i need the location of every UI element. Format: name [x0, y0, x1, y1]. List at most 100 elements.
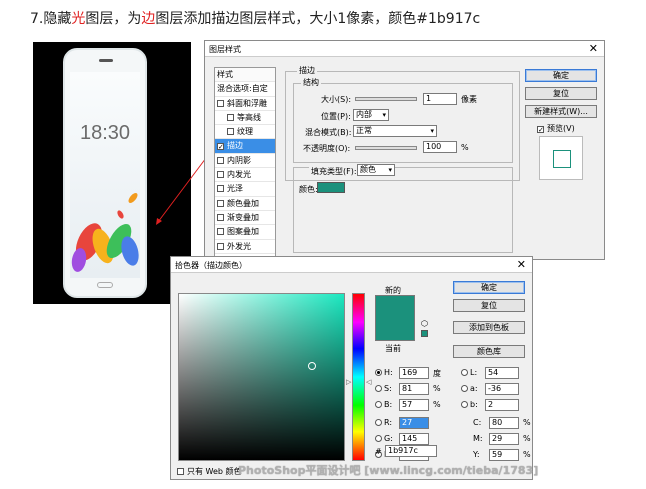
hsb-unit: % — [433, 384, 441, 393]
chevron-down-icon: ▾ — [430, 127, 434, 135]
size-slider[interactable] — [355, 97, 417, 101]
cmyk-label[interactable]: M: — [471, 434, 483, 443]
checkbox-icon[interactable] — [217, 143, 224, 151]
style-item[interactable]: 等高线 — [215, 111, 275, 126]
reset-button[interactable]: 复位 — [453, 299, 525, 312]
arrow-head — [156, 218, 162, 225]
opacity-slider[interactable] — [355, 146, 417, 150]
reset-button[interactable]: 复位 — [525, 87, 597, 100]
style-item[interactable]: 光泽 — [215, 182, 275, 197]
style-item[interactable]: 混合选项:自定 — [215, 82, 275, 97]
checkbox-icon[interactable] — [217, 242, 224, 250]
fill-group — [293, 167, 513, 253]
style-item[interactable]: 纹理 — [215, 125, 275, 140]
cmyk-unit: % — [523, 450, 531, 459]
color-label: 颜色: — [299, 185, 318, 194]
chevron-down-icon: ▾ — [382, 111, 386, 119]
rgb-field[interactable]: 145 — [399, 433, 429, 445]
color-picker-dialog: 拾色器（描边颜色） ✕ ▷ ◁ 新的 当前 ⬡ 确定 复位 添加到色板 颜色库 … — [170, 256, 533, 480]
cube-icon[interactable]: ⬡ — [421, 319, 428, 328]
style-item[interactable]: 渐变叠加 — [215, 211, 275, 226]
style-item-label: 内阴影 — [227, 155, 251, 165]
preview-checkbox[interactable]: 预览(V) — [537, 123, 575, 134]
color-field-cursor[interactable] — [308, 362, 316, 370]
new-style-button[interactable]: 新建样式(W)... — [525, 105, 597, 118]
style-item[interactable]: 颜色叠加 — [215, 197, 275, 211]
opacity-field[interactable]: 100 — [423, 141, 457, 153]
rgb-label[interactable]: G: — [375, 434, 393, 443]
style-item[interactable]: 图案叠加 — [215, 225, 275, 240]
rgb-field[interactable]: 27 — [399, 417, 429, 429]
web-safe-swatch-icon[interactable] — [421, 330, 428, 337]
size-label: 大小(S): — [321, 95, 352, 104]
cmyk-unit: % — [523, 434, 531, 443]
checkbox-icon[interactable] — [217, 185, 224, 193]
checkbox-icon[interactable] — [217, 213, 224, 221]
size-field[interactable]: 1 — [423, 93, 457, 105]
checkbox-icon[interactable] — [217, 99, 224, 107]
blend-mode-select[interactable]: 正常 ▾ — [353, 125, 437, 137]
hue-pointer-right[interactable]: ◁ — [366, 378, 371, 386]
lab-field[interactable]: 54 — [485, 367, 519, 379]
hsb-field[interactable]: 169 — [399, 367, 429, 379]
radio-icon[interactable] — [461, 369, 468, 376]
styles-list-header[interactable]: 样式 — [215, 68, 275, 83]
add-to-swatches-button[interactable]: 添加到色板 — [453, 321, 525, 334]
color-libraries-button[interactable]: 颜色库 — [453, 345, 525, 358]
rgb-label[interactable]: R: — [375, 418, 392, 427]
style-item[interactable]: 斜面和浮雕 — [215, 97, 275, 111]
close-icon[interactable]: ✕ — [589, 42, 598, 55]
position-select[interactable]: 内部 ▾ — [353, 109, 389, 121]
style-item[interactable]: 描边 — [215, 139, 275, 154]
style-item[interactable]: 内发光 — [215, 168, 275, 183]
cmyk-field[interactable]: 80 — [489, 417, 519, 429]
hsb-label[interactable]: S: — [375, 384, 392, 393]
web-only-checkbox[interactable]: 只有 Web 颜色 — [177, 466, 242, 477]
style-item-label: 渐变叠加 — [227, 212, 259, 222]
hsb-label[interactable]: B: — [375, 400, 392, 409]
radio-icon[interactable] — [375, 385, 382, 392]
radio-icon[interactable] — [375, 401, 382, 408]
blend-mode-label: 混合模式(B): — [305, 128, 352, 137]
radio-icon[interactable] — [375, 369, 382, 376]
checkbox-icon[interactable] — [217, 199, 224, 207]
cmyk-field[interactable]: 29 — [489, 433, 519, 445]
hsb-field[interactable]: 57 — [399, 399, 429, 411]
radio-icon[interactable] — [375, 419, 382, 426]
checkbox-icon[interactable] — [217, 156, 224, 164]
hex-field[interactable]: 1b917c — [385, 445, 437, 457]
hsb-label[interactable]: H: — [375, 368, 393, 377]
lab-field[interactable]: -36 — [485, 383, 519, 395]
hsb-field[interactable]: 81 — [399, 383, 429, 395]
cmyk-label[interactable]: C: — [471, 418, 481, 427]
ok-button[interactable]: 确定 — [525, 69, 597, 82]
hue-slider[interactable] — [352, 293, 365, 461]
hue-pointer-left[interactable]: ▷ — [346, 378, 351, 386]
radio-icon[interactable] — [375, 435, 382, 442]
color-picker-titlebar: 拾色器（描边颜色） ✕ — [171, 257, 532, 273]
style-item[interactable]: 外发光 — [215, 240, 275, 254]
radio-icon[interactable] — [461, 385, 468, 392]
stroke-color-swatch[interactable] — [317, 182, 345, 193]
color-field[interactable] — [178, 293, 345, 461]
lab-label[interactable]: b: — [461, 400, 478, 409]
chevron-down-icon: ▾ — [388, 166, 392, 174]
hsb-unit: 度 — [433, 369, 441, 378]
cmyk-label[interactable]: Y: — [471, 450, 480, 459]
layer-style-titlebar: 图层样式 ✕ — [205, 41, 604, 57]
checkbox-icon[interactable] — [227, 113, 234, 121]
structure-group-title: 结构 — [301, 77, 321, 88]
style-item[interactable]: 内阴影 — [215, 154, 275, 169]
lab-label[interactable]: a: — [461, 384, 478, 393]
checkbox-icon[interactable] — [217, 171, 224, 179]
close-icon[interactable]: ✕ — [517, 258, 526, 271]
lab-label[interactable]: L: — [461, 368, 477, 377]
checkbox-icon[interactable] — [217, 228, 224, 236]
checkbox-icon[interactable] — [227, 128, 234, 136]
cmyk-field[interactable]: 59 — [489, 449, 519, 461]
lab-field[interactable]: 2 — [485, 399, 519, 411]
fill-type-label: 填充类型(F): — [309, 166, 359, 177]
fill-type-select[interactable]: 颜色 ▾ — [357, 164, 395, 176]
ok-button[interactable]: 确定 — [453, 281, 525, 294]
radio-icon[interactable] — [461, 401, 468, 408]
